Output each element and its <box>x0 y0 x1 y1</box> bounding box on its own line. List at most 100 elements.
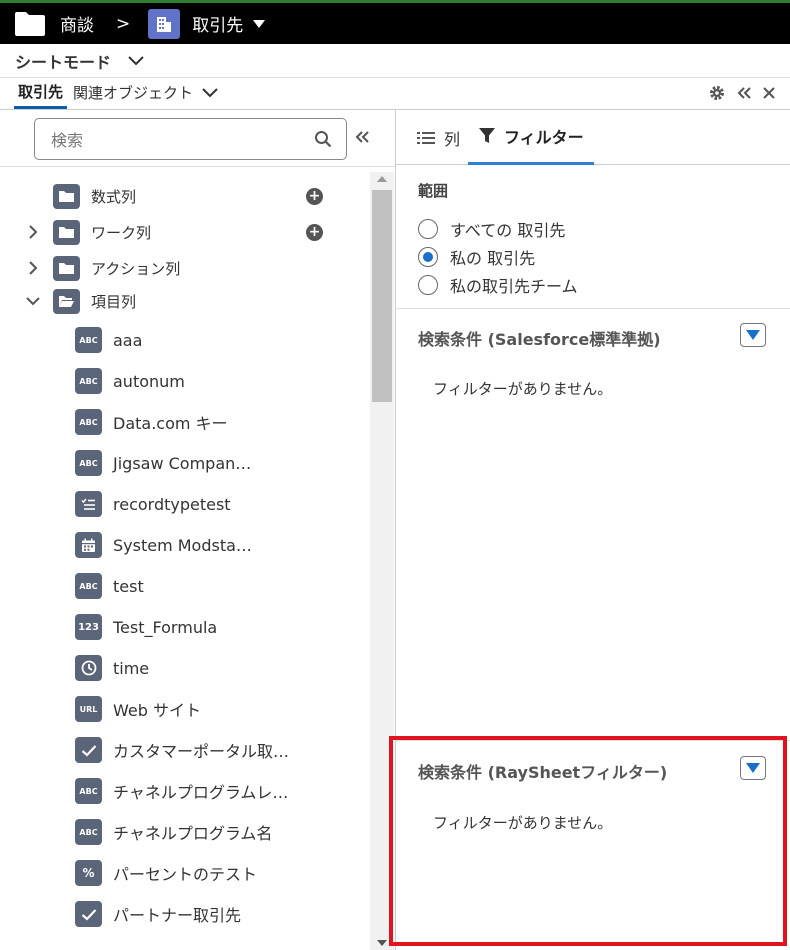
search-placeholder: 検索 <box>51 131 84 150</box>
text-type-icon: ABC <box>75 368 102 394</box>
tree-field-label: Test_Formula <box>113 617 218 637</box>
raysheet-filter-empty: フィルターがありません。 <box>433 814 613 832</box>
raysheet-filter-menu-button[interactable] <box>740 756 766 780</box>
object-dropdown-caret-icon[interactable] <box>253 19 266 28</box>
tab-columns[interactable]: 列 <box>416 126 460 150</box>
gear-icon[interactable] <box>708 84 726 102</box>
tree-field-item[interactable]: ABC Data.com キー <box>0 406 370 438</box>
sheet-mode-label[interactable]: シートモード <box>15 49 111 73</box>
folder-icon <box>53 183 80 209</box>
tree-field-label: チャネルプログラム名 <box>113 824 273 843</box>
calendar-icon <box>75 532 102 558</box>
scroll-up-arrow-icon[interactable] <box>377 176 387 182</box>
radio-label: 私の取引先チーム <box>450 277 578 296</box>
standard-filter-menu-button[interactable] <box>740 323 766 347</box>
scope-radio-all[interactable]: すべての 取引先 <box>418 217 565 241</box>
tree-field-item[interactable]: 123 Test_Formula <box>0 611 370 643</box>
tab-filter[interactable]: フィルター <box>468 110 594 165</box>
tree-field-item[interactable]: カスタマーポータル取… <box>0 734 370 766</box>
text-type-icon: ABC <box>75 778 102 804</box>
tree-field-item[interactable]: ABC Jigsaw Compan… <box>0 447 370 479</box>
chevron-down-icon[interactable] <box>127 55 145 67</box>
tree-field-label: System Modsta… <box>113 535 252 555</box>
add-circle-icon[interactable]: + <box>306 187 323 205</box>
tree-field-item[interactable]: % パーセントのテスト <box>0 857 370 889</box>
tree-field-label: カスタマーポータル取… <box>113 742 290 761</box>
close-icon[interactable] <box>762 86 776 100</box>
double-chevron-left-icon[interactable] <box>736 86 752 100</box>
radio-button[interactable] <box>418 219 438 239</box>
double-chevron-left-icon[interactable] <box>354 130 370 144</box>
scope-radio-mine[interactable]: 私の 取引先 <box>418 245 535 269</box>
clock-icon <box>75 655 102 681</box>
radio-button-selected[interactable] <box>418 247 438 267</box>
search-input[interactable]: 検索 <box>34 118 347 160</box>
tree-field-item[interactable]: time <box>0 652 370 684</box>
raysheet-filter-title: 検索条件 (RaySheetフィルター) <box>418 763 668 782</box>
tree-field-label: パートナー取引先 <box>113 906 242 925</box>
divider <box>396 308 790 309</box>
filter-pane: 列 フィルター 範囲 すべての 取引先 私の 取引先 私の取引先チーム 検索条件… <box>396 110 790 950</box>
tree-field-label: recordtypetest <box>113 494 231 514</box>
tree-field-label: time <box>113 658 150 678</box>
tab-related-objects-label: 関連オブジェクト <box>73 84 194 102</box>
building-icon <box>148 8 181 39</box>
text-type-icon: ABC <box>75 409 102 435</box>
panel-controls <box>708 84 776 102</box>
text-type-icon: ABC <box>75 819 102 845</box>
standard-filter-empty: フィルターがありません。 <box>433 380 613 398</box>
tree-field-item[interactable]: URL Web サイト <box>0 693 370 725</box>
tree-field-item[interactable]: System Modsta… <box>0 529 370 561</box>
tab-related-objects[interactable]: 関連オブジェクト <box>73 82 219 109</box>
folder-icon <box>53 255 80 281</box>
dropdown-triangle-icon <box>746 763 760 773</box>
folder-icon <box>53 219 80 245</box>
chevron-down-icon <box>202 87 218 97</box>
tree-field-label: チャネルプログラムレ… <box>113 783 289 802</box>
checkbox-type-icon <box>75 737 102 763</box>
breadcrumb-separator: > <box>116 13 131 34</box>
search-icon[interactable] <box>314 130 332 148</box>
folder-icon <box>15 11 45 36</box>
chevron-down-icon[interactable] <box>26 294 40 308</box>
chevron-right-icon[interactable] <box>26 261 40 275</box>
tree-folder-formula[interactable]: 数式列 + <box>0 180 370 212</box>
url-type-icon: URL <box>75 696 102 722</box>
tab-filter-label: フィルター <box>504 128 584 147</box>
text-type-icon: ABC <box>75 573 102 599</box>
tree-field-item[interactable]: パートナー取引先 <box>0 898 370 930</box>
tab-columns-label: 列 <box>444 130 461 149</box>
scope-radio-team[interactable]: 私の取引先チーム <box>418 273 578 297</box>
tree-scrollbar[interactable] <box>370 172 394 950</box>
tree-field-item[interactable]: ABC チャネルプログラムレ… <box>0 775 370 807</box>
checkbox-type-icon <box>75 901 102 927</box>
tree-field-item[interactable]: recordtypetest <box>0 488 370 520</box>
list-icon <box>417 132 435 144</box>
tree-field-item[interactable]: ABC aaa <box>0 324 370 356</box>
tree-folder-work[interactable]: ワーク列 + <box>0 216 370 248</box>
tree-folder-action[interactable]: アクション列 <box>0 252 370 284</box>
add-circle-icon[interactable]: + <box>306 223 323 241</box>
chevron-right-icon[interactable] <box>26 225 40 239</box>
radio-button[interactable] <box>418 275 438 295</box>
breadcrumb-opportunity[interactable]: 商談 <box>60 11 94 36</box>
text-type-icon: ABC <box>75 450 102 476</box>
scroll-down-arrow-icon[interactable] <box>377 940 387 946</box>
tree-folder-label: 数式列 <box>91 187 137 206</box>
folder-open-icon <box>53 288 80 314</box>
tree-field-item[interactable]: ABC チャネルプログラム名 <box>0 816 370 848</box>
percent-type-icon: % <box>75 860 102 886</box>
top-bar: 商談 > 取引先 <box>0 0 790 44</box>
scrollbar-thumb[interactable] <box>372 190 392 402</box>
tree-folder-label: アクション列 <box>91 259 181 278</box>
tab-account[interactable]: 取引先 <box>14 81 68 109</box>
tree-folder-fields[interactable]: 項目列 <box>0 285 370 317</box>
dropdown-triangle-icon <box>746 330 760 340</box>
radio-label: 私の 取引先 <box>450 249 536 268</box>
tree-field-item[interactable]: ABC autonum <box>0 365 370 397</box>
tree-field-item[interactable]: ABC test <box>0 570 370 602</box>
tree-field-label: aaa <box>113 330 143 350</box>
text-type-icon: ABC <box>75 327 102 353</box>
object-name[interactable]: 取引先 <box>192 11 243 36</box>
tree-folder-label: 項目列 <box>91 292 137 311</box>
